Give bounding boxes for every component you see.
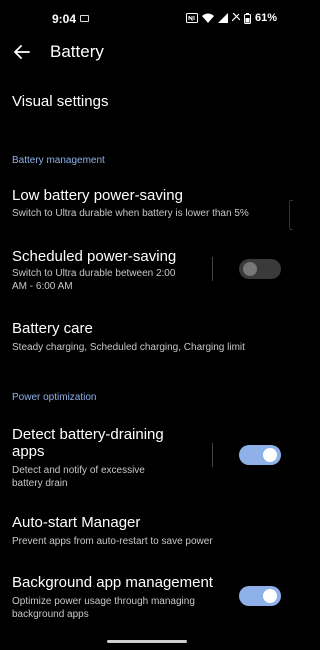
detect-subtitle-line1: Detect and notify of excessive [12, 465, 145, 476]
battery-icon [243, 12, 251, 24]
signal-icon [217, 13, 228, 23]
toggle-divider [212, 257, 213, 281]
background-subtitle-line2: background apps [12, 609, 89, 620]
toggle-knob [263, 589, 277, 603]
home-indicator[interactable] [107, 640, 187, 643]
back-button[interactable] [10, 40, 34, 64]
detect-battery-draining-toggle[interactable] [239, 445, 281, 465]
battery-management-header: Battery management [12, 155, 105, 166]
background-app-management-item[interactable]: Background app management Optimize power… [0, 568, 293, 624]
no-sim-icon [231, 13, 240, 22]
toggle-divider [212, 443, 213, 467]
power-optimization-header: Power optimization [12, 392, 97, 403]
detect-subtitle-line2: battery drain [12, 478, 68, 489]
nfc-icon [185, 13, 198, 23]
toggle-knob [243, 262, 257, 276]
status-bar: 9:04 61% [0, 0, 293, 36]
low-battery-power-saving-item[interactable]: Low battery power-saving Switch to Ultra… [0, 180, 293, 228]
page-title: Battery [50, 42, 104, 61]
battery-care-item[interactable]: Battery care Steady charging, Scheduled … [0, 314, 293, 358]
scheduled-subtitle-line1: Switch to Ultra durable between 2:00 [12, 268, 176, 279]
scheduled-power-saving-item[interactable]: Scheduled power-saving Switch to Ultra d… [0, 242, 293, 298]
autostart-subtitle: Prevent apps from auto-restart to save p… [12, 536, 213, 547]
low-battery-title: Low battery power-saving [12, 187, 183, 204]
battery-percent: 61% [254, 12, 277, 24]
status-time: 9:04 [52, 12, 77, 26]
battery-care-title: Battery care [12, 320, 93, 337]
auto-start-manager-item[interactable]: Auto-start Manager Prevent apps from aut… [0, 508, 293, 552]
scroll-indicator [289, 200, 293, 230]
wifi-icon [201, 13, 214, 23]
toggle-knob [263, 448, 277, 462]
detect-title-line2: apps [12, 443, 45, 460]
scheduled-title: Scheduled power-saving [12, 248, 177, 265]
status-icons: 61% [185, 12, 277, 24]
low-battery-subtitle: Switch to Ultra durable when battery is … [12, 208, 249, 219]
background-app-management-toggle[interactable] [239, 586, 281, 606]
scheduled-subtitle-line2: AM - 6:00 AM [12, 281, 73, 292]
message-notification-icon [80, 15, 89, 22]
detect-battery-draining-item[interactable]: Detect battery-draining apps Detect and … [0, 420, 293, 492]
battery-care-subtitle: Steady charging, Scheduled charging, Cha… [12, 342, 245, 353]
background-title: Background app management [12, 574, 213, 591]
visual-settings-title: Visual settings [12, 93, 109, 110]
app-bar: Battery [0, 36, 293, 68]
arrow-left-icon [14, 45, 30, 59]
scheduled-power-saving-toggle[interactable] [239, 259, 281, 279]
autostart-title: Auto-start Manager [12, 514, 141, 531]
visual-settings-item[interactable]: Visual settings [0, 84, 293, 120]
background-subtitle-line1: Optimize power usage through managing [12, 596, 195, 607]
